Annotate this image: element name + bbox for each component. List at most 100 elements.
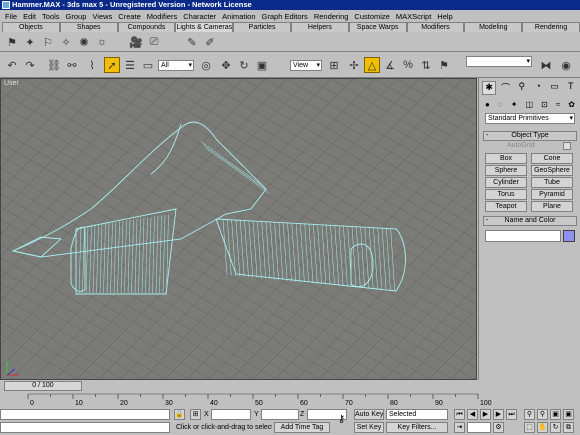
menu-animation[interactable]: Animation	[219, 12, 258, 21]
key-filters-button[interactable]: Key Filters...	[386, 422, 448, 433]
pyramid-button[interactable]: Pyramid	[531, 189, 573, 200]
goto-start-icon[interactable]: ⏮	[454, 409, 465, 420]
tab-lights-cameras[interactable]: Lights & Cameras	[175, 22, 234, 32]
box-button[interactable]: Box	[485, 153, 527, 164]
hierarchy-tab-icon[interactable]: ⚲	[515, 81, 529, 95]
cone-button[interactable]: Cone	[531, 153, 573, 164]
y-coordinate-field[interactable]	[261, 409, 299, 420]
play-icon[interactable]: ▶	[480, 409, 491, 420]
key-mode-toggle-icon[interactable]: ⇥	[454, 422, 465, 433]
next-frame-icon[interactable]: ▶	[493, 409, 504, 420]
display-tab-icon[interactable]: ▭	[547, 81, 561, 95]
menu-modifiers[interactable]: Modifiers	[144, 12, 180, 21]
object-color-swatch[interactable]	[563, 230, 575, 242]
pan-icon[interactable]: ✋	[537, 422, 548, 433]
select-move-icon[interactable]: ✥	[218, 57, 234, 73]
cylinder-button[interactable]: Cylinder	[485, 177, 527, 188]
lock-selection-icon[interactable]: 🔒	[174, 409, 185, 420]
maximize-viewport-icon[interactable]: ⧉	[563, 422, 574, 433]
target-direct-icon[interactable]: ⚐	[40, 34, 56, 50]
bind-spacewarp-icon[interactable]: ⌇	[84, 57, 100, 73]
window-crossing-icon[interactable]: ◎	[198, 57, 214, 73]
tube-button[interactable]: Tube	[531, 177, 573, 188]
selection-filter-dropdown[interactable]: All	[158, 60, 194, 71]
menu-help[interactable]: Help	[434, 12, 455, 21]
menu-create[interactable]: Create	[115, 12, 144, 21]
menu-tools[interactable]: Tools	[39, 12, 63, 21]
maxscript-listener[interactable]	[0, 409, 170, 420]
modify-tab-icon[interactable]: ⌒	[498, 81, 512, 95]
torus-button[interactable]: Torus	[485, 189, 527, 200]
menu-views[interactable]: Views	[89, 12, 115, 21]
sunlight-icon[interactable]: ✎	[184, 34, 200, 50]
percent-snap-icon[interactable]: %	[400, 57, 416, 73]
omni-light-icon[interactable]: ✺	[76, 34, 92, 50]
helpers-icon[interactable]: ⊡	[541, 100, 548, 109]
autogrid-checkbox[interactable]	[563, 142, 571, 150]
select-rotate-icon[interactable]: ↻	[236, 57, 252, 73]
select-scale-icon[interactable]: ▣	[254, 57, 270, 73]
track-bar[interactable]: 0 10 20 30 40 50 60 70 80 90 100	[0, 391, 580, 407]
name-color-rollout[interactable]: - Name and Color	[483, 216, 577, 226]
viewport-canvas[interactable]	[1, 79, 477, 380]
auto-key-button[interactable]: Auto Key	[354, 409, 384, 420]
menu-file[interactable]: File	[2, 12, 20, 21]
reference-coordinate-dropdown[interactable]: View	[290, 60, 322, 71]
quick-render-icon[interactable]: ◉	[558, 57, 574, 73]
geosphere-button[interactable]: GeoSphere	[531, 165, 573, 176]
goto-end-icon[interactable]: ⏭	[506, 409, 517, 420]
prev-frame-icon[interactable]: ◀	[467, 409, 478, 420]
menu-edit[interactable]: Edit	[20, 12, 39, 21]
object-type-rollout[interactable]: - Object Type	[483, 131, 577, 141]
tab-objects[interactable]: Objects	[2, 22, 60, 32]
select-by-name-icon[interactable]: ☰	[122, 57, 138, 73]
angle-snap-icon[interactable]: ∡	[382, 57, 398, 73]
x-coordinate-field[interactable]	[211, 409, 251, 420]
viewport-user[interactable]: User	[0, 78, 477, 380]
tab-shapes[interactable]: Shapes	[59, 22, 118, 32]
spacewarps-icon[interactable]: ≈	[556, 100, 560, 109]
snap-toggle-icon[interactable]: △	[364, 57, 380, 73]
free-camera-icon[interactable]: ⎚	[146, 34, 162, 50]
zoom-icon[interactable]: ⚲	[524, 409, 535, 420]
set-key-button[interactable]: Set Key	[354, 422, 384, 433]
shapes-icon[interactable]: ◌	[498, 100, 503, 109]
skylight-icon[interactable]: ☼	[94, 34, 110, 50]
tab-compounds[interactable]: Compounds	[117, 22, 176, 32]
current-frame-field[interactable]	[467, 422, 491, 433]
link-icon[interactable]: ⛓	[46, 57, 62, 73]
daylight-icon[interactable]: ✐	[202, 34, 218, 50]
geometry-icon[interactable]: ●	[485, 100, 490, 109]
unlink-icon[interactable]: ⚯	[64, 57, 80, 73]
menu-customize[interactable]: Customize	[351, 12, 392, 21]
add-time-tag-button[interactable]: Add Time Tag	[274, 422, 330, 433]
time-slider[interactable]: 0 / 100	[4, 381, 82, 391]
zoom-all-icon[interactable]: ⚲	[537, 409, 548, 420]
tab-space-warps[interactable]: Space Warps	[348, 22, 407, 32]
target-spot-icon[interactable]: ⚑	[4, 34, 20, 50]
utilities-tab-icon[interactable]: T	[564, 81, 578, 95]
rectangular-selection-icon[interactable]: ▭	[140, 57, 156, 73]
motion-tab-icon[interactable]: ◔	[531, 81, 545, 95]
menu-group[interactable]: Group	[63, 12, 90, 21]
pivot-center-icon[interactable]: ⊞	[326, 57, 342, 73]
key-mode-dropdown[interactable]: Selected	[386, 409, 448, 420]
tab-helpers[interactable]: Helpers	[290, 22, 349, 32]
sphere-button[interactable]: Sphere	[485, 165, 527, 176]
tab-modeling[interactable]: Modeling	[464, 22, 523, 32]
tab-rendering[interactable]: Rendering	[522, 22, 580, 32]
mirror-icon[interactable]: ⧓	[538, 57, 554, 73]
select-object-icon[interactable]: ➚	[104, 57, 120, 73]
target-camera-icon[interactable]: 🎥	[128, 34, 144, 50]
tab-particles[interactable]: Particles	[233, 22, 291, 32]
teapot-button[interactable]: Teapot	[485, 201, 527, 212]
arc-rotate-icon[interactable]: ↻	[550, 422, 561, 433]
absolute-mode-icon[interactable]: ⊞	[190, 409, 201, 420]
undo-icon[interactable]: ↶	[4, 57, 20, 73]
systems-icon[interactable]: ✿	[568, 100, 575, 109]
tab-modifiers[interactable]: Modifiers	[406, 22, 465, 32]
zoom-extents-icon[interactable]: ▣	[550, 409, 561, 420]
free-direct-icon[interactable]: ✧	[58, 34, 74, 50]
create-tab-icon[interactable]: ✱	[482, 81, 497, 95]
free-spot-icon[interactable]: ✦	[22, 34, 38, 50]
